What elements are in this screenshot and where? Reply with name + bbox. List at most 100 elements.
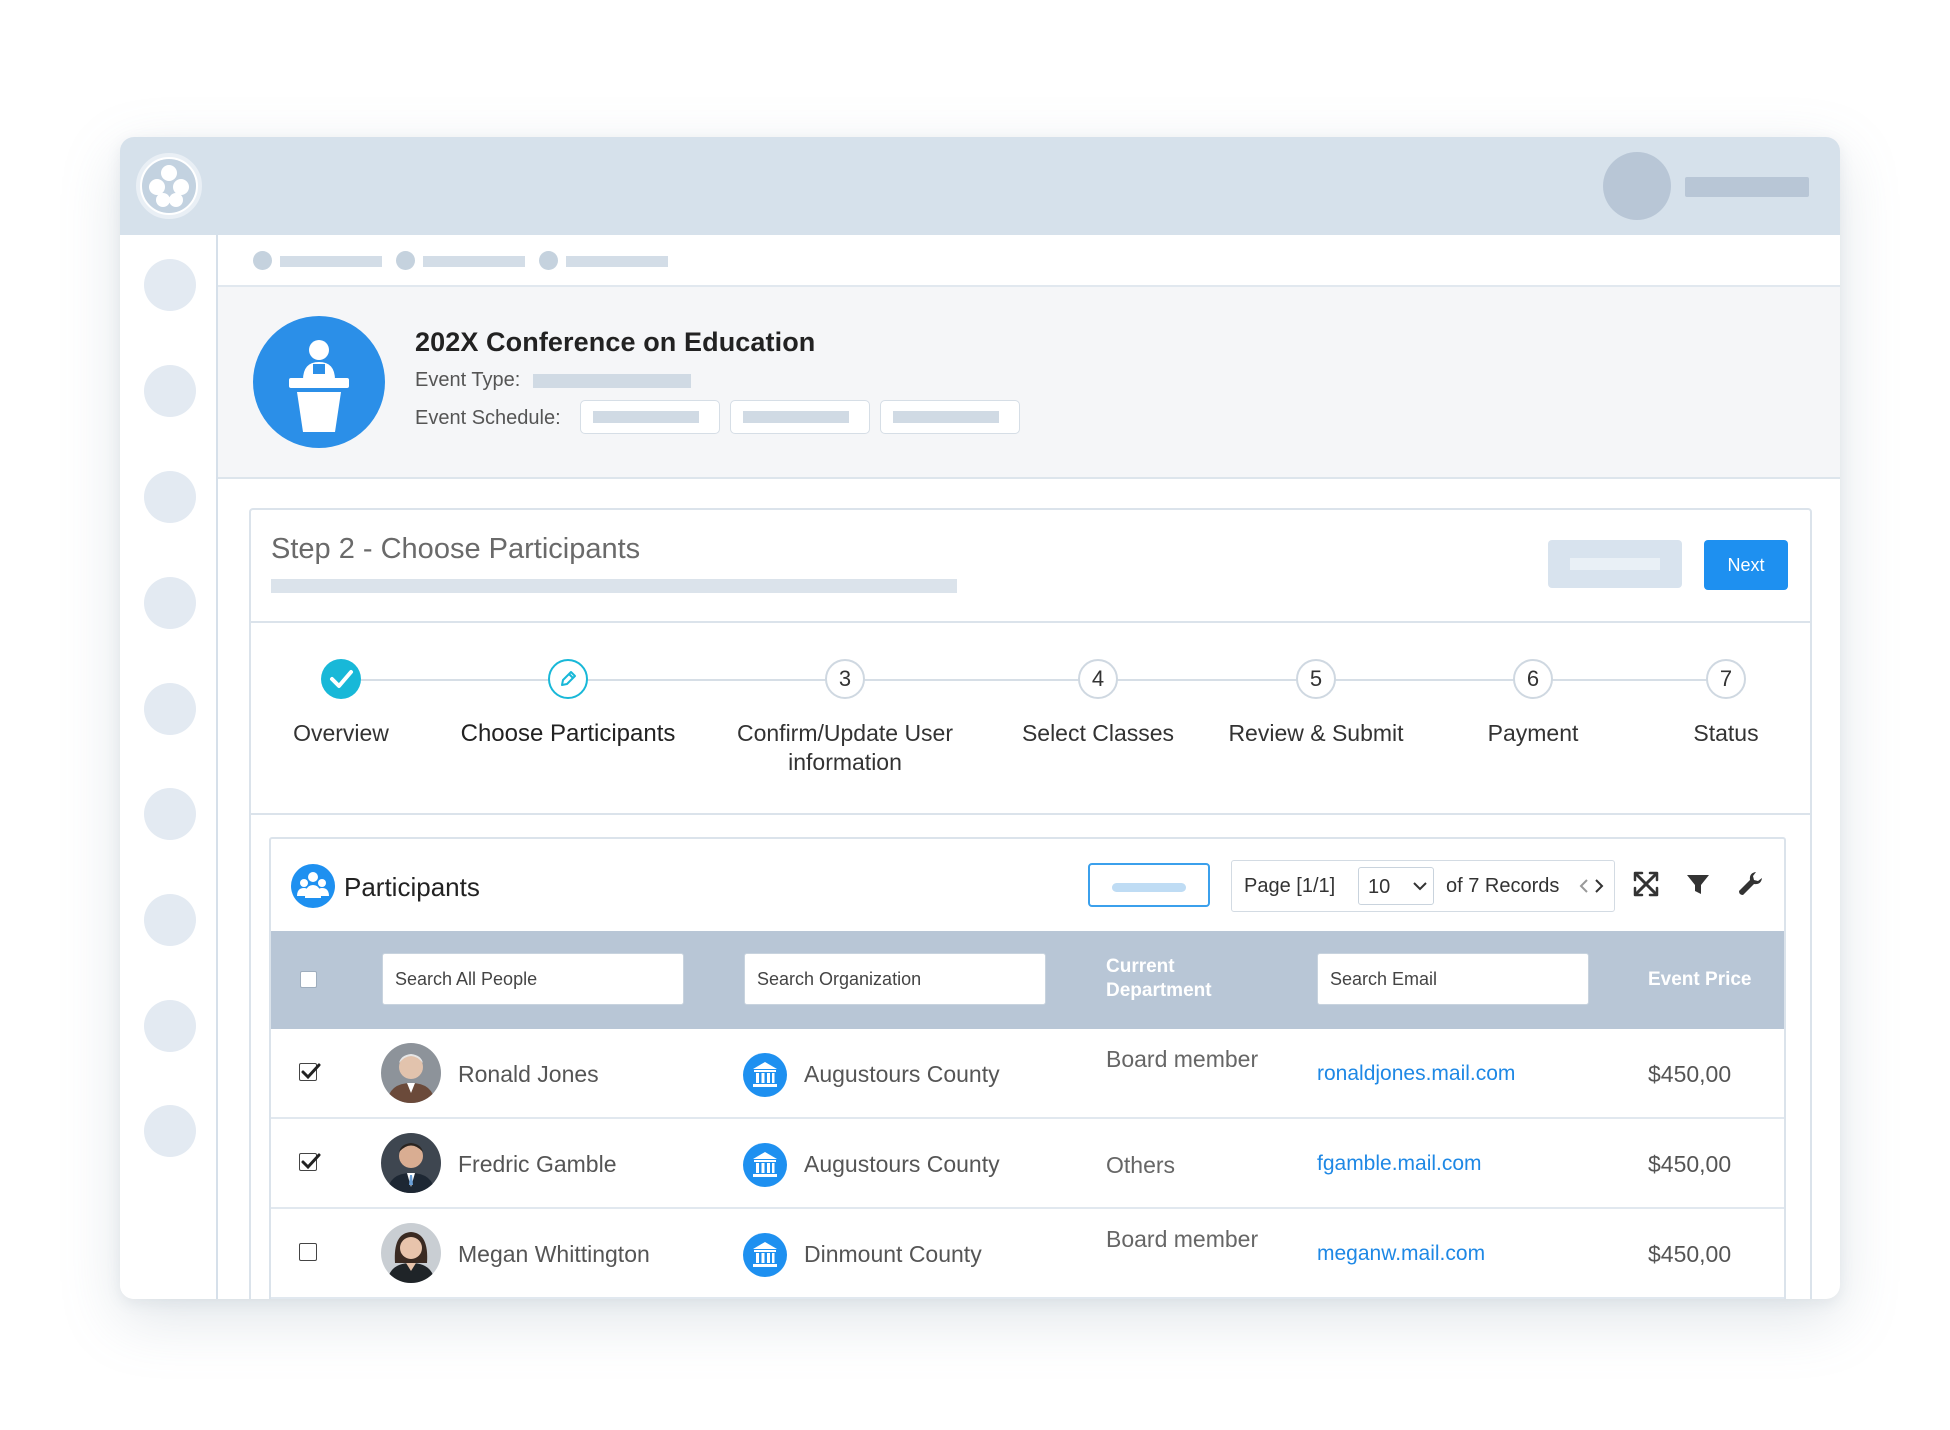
page-indicator: Page [1/1] xyxy=(1244,875,1336,897)
step-subtitle-placeholder xyxy=(271,579,957,593)
table-row[interactable]: Megan Whittington Dinmount County Board … xyxy=(271,1209,1784,1299)
records-count: of 7 Records xyxy=(1446,875,1560,897)
pencil-icon xyxy=(561,671,576,686)
check-icon xyxy=(301,1153,321,1170)
step-label-confirm: Confirm/Update User information xyxy=(736,720,954,775)
top-bar xyxy=(120,137,1840,235)
event-type-label: Event Type: xyxy=(415,369,521,391)
sidebar-item-7[interactable] xyxy=(144,894,196,946)
participant-department: Board member xyxy=(1106,1046,1259,1072)
participants-group-icon xyxy=(291,864,335,908)
check-icon xyxy=(301,1063,321,1080)
sidebar-item-3[interactable] xyxy=(144,471,196,523)
breadcrumb-dot xyxy=(539,251,558,270)
page-size-value: 10 xyxy=(1368,876,1391,898)
sidebar-item-6[interactable] xyxy=(144,788,196,840)
step-card: Step 2 - Choose Participants Next Overvi… xyxy=(249,508,1812,1299)
row-checkbox[interactable] xyxy=(299,1243,317,1261)
institution-icon xyxy=(743,1233,787,1277)
page-size-select[interactable]: 10 xyxy=(1358,867,1434,905)
participant-department: Board member xyxy=(1106,1226,1259,1252)
schedule-chip[interactable] xyxy=(580,400,720,434)
pagination: Page [1/1] 10 of 7 Records xyxy=(1231,860,1615,912)
participant-organization: Augustours County xyxy=(804,1151,1000,1177)
step-label-payment: Payment xyxy=(1487,720,1579,746)
participant-email-link[interactable]: meganw.mail.com xyxy=(1317,1242,1485,1266)
select-all-checkbox[interactable] xyxy=(300,971,317,988)
step-label-status: Status xyxy=(1693,720,1759,746)
column-header-event-price[interactable]: Event Price xyxy=(1648,968,1752,992)
institution-icon xyxy=(743,1053,787,1097)
participant-email-link[interactable]: ronaldjones.mail.com xyxy=(1317,1062,1515,1086)
app-logo-icon[interactable] xyxy=(136,153,202,219)
step-node-review[interactable]: 5 xyxy=(1296,659,1336,699)
user-avatar[interactable] xyxy=(1603,152,1671,220)
row-checkbox[interactable] xyxy=(299,1063,321,1081)
step-label-select-classes: Select Classes xyxy=(1021,720,1175,746)
table-header: Search All People Search Organization Cu… xyxy=(271,931,1784,1029)
breadcrumb-item[interactable] xyxy=(423,256,525,267)
panel-action-button[interactable] xyxy=(1088,863,1210,907)
institution-icon xyxy=(743,1143,787,1187)
progress-stepper: Overview Choose Participants 3 Confirm/U… xyxy=(251,623,1810,813)
step-title: Step 2 - Choose Participants xyxy=(271,533,641,565)
chevron-left-icon[interactable] xyxy=(1577,876,1591,896)
event-schedule-label: Event Schedule: xyxy=(415,407,561,429)
step-label-overview: Overview xyxy=(293,720,389,746)
schedule-chip[interactable] xyxy=(730,400,870,434)
participant-price: $450,00 xyxy=(1648,1061,1732,1087)
step-node-confirm[interactable]: 3 xyxy=(825,659,865,699)
search-email-input[interactable]: Search Email xyxy=(1317,953,1589,1005)
step-label-choose-participants: Choose Participants xyxy=(460,720,676,747)
divider xyxy=(251,813,1810,815)
search-people-input[interactable]: Search All People xyxy=(382,953,684,1005)
sidebar-item-9[interactable] xyxy=(144,1105,196,1157)
back-button[interactable] xyxy=(1548,540,1682,588)
sidebar-item-5[interactable] xyxy=(144,683,196,735)
breadcrumb-item[interactable] xyxy=(280,256,382,267)
user-name-placeholder xyxy=(1685,177,1809,197)
next-button[interactable]: Next xyxy=(1704,540,1788,590)
step-label-review: Review & Submit xyxy=(1228,720,1404,746)
avatar xyxy=(381,1133,441,1193)
table-row[interactable]: Ronald Jones Augustours County Board mem… xyxy=(271,1029,1784,1119)
filter-icon[interactable] xyxy=(1683,869,1713,899)
sidebar-item-1[interactable] xyxy=(144,259,196,311)
table-row[interactable]: Fredric Gamble Augustours County Others … xyxy=(271,1119,1784,1209)
step-node-payment[interactable]: 6 xyxy=(1513,659,1553,699)
participant-name: Ronald Jones xyxy=(458,1061,599,1087)
participant-email-link[interactable]: fgamble.mail.com xyxy=(1317,1152,1482,1176)
chevron-down-icon xyxy=(1413,882,1427,891)
panel-title: Participants xyxy=(344,872,480,902)
expand-icon[interactable] xyxy=(1631,869,1661,899)
check-icon xyxy=(330,670,353,688)
row-checkbox[interactable] xyxy=(299,1153,321,1171)
sidebar-item-8[interactable] xyxy=(144,1000,196,1052)
event-title: 202X Conference on Education xyxy=(415,327,816,357)
column-header-department[interactable]: Current Department xyxy=(1106,955,1246,1003)
breadcrumb xyxy=(218,235,1840,287)
participant-price: $450,00 xyxy=(1648,1241,1732,1267)
participant-name: Megan Whittington xyxy=(458,1241,650,1267)
step-node-status[interactable]: 7 xyxy=(1706,659,1746,699)
breadcrumb-dot xyxy=(396,251,415,270)
participant-organization: Dinmount County xyxy=(804,1241,982,1267)
chevron-right-icon[interactable] xyxy=(1592,876,1606,896)
avatar xyxy=(381,1223,441,1283)
sidebar-item-4[interactable] xyxy=(144,577,196,629)
breadcrumb-dot xyxy=(253,251,272,270)
participant-department: Others xyxy=(1106,1152,1176,1178)
participant-name: Fredric Gamble xyxy=(458,1151,617,1177)
schedule-chip[interactable] xyxy=(880,400,1020,434)
event-type-value xyxy=(533,374,691,388)
sidebar xyxy=(120,235,218,1299)
wrench-icon[interactable] xyxy=(1735,869,1765,899)
step-node-choose-participants[interactable] xyxy=(548,659,588,699)
event-header: 202X Conference on Education Event Type:… xyxy=(218,287,1840,479)
step-node-select-classes[interactable]: 4 xyxy=(1078,659,1118,699)
avatar xyxy=(381,1043,441,1103)
sidebar-item-2[interactable] xyxy=(144,365,196,417)
step-node-overview[interactable] xyxy=(321,659,361,699)
breadcrumb-item[interactable] xyxy=(566,256,668,267)
search-organization-input[interactable]: Search Organization xyxy=(744,953,1046,1005)
